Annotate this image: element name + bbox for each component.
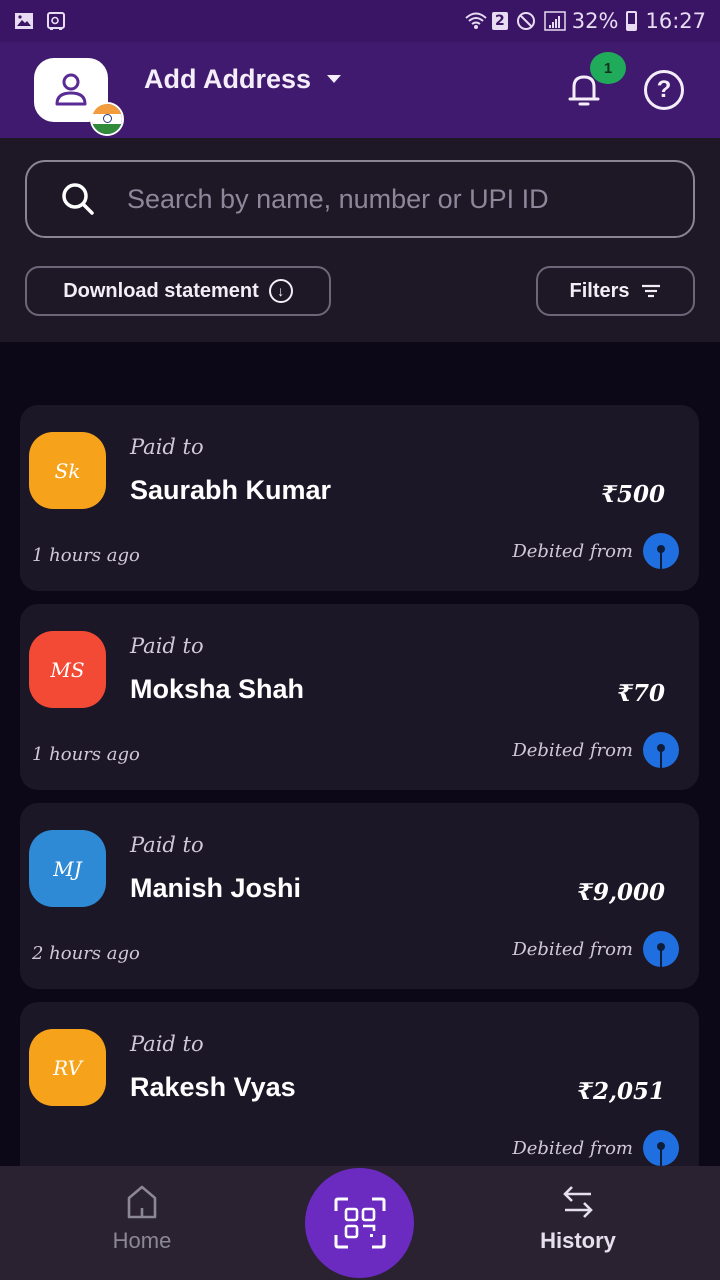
search-box[interactable] [25, 160, 695, 238]
transaction-card[interactable]: MJ Paid to Manish Joshi ₹9,000 2 hours a… [20, 803, 699, 989]
transaction-time: 1 hours ago [32, 744, 140, 765]
payee-avatar: Sk [29, 432, 106, 509]
transaction-amount: ₹70 [616, 680, 665, 707]
payee-avatar: MS [29, 631, 106, 708]
debited-from: Debited from [512, 931, 679, 967]
status-bar: 2 32% 16:27 [0, 0, 720, 42]
transfer-arrows-icon [563, 1186, 593, 1218]
transaction-card[interactable]: Sk Paid to Saurabh Kumar ₹500 1 hours ag… [20, 405, 699, 591]
filters-label: Filters [569, 279, 630, 302]
debited-from-label: Debited from [512, 1137, 633, 1159]
transaction-card[interactable]: RV Paid to Rakesh Vyas ₹2,051 Debited fr… [20, 1002, 699, 1166]
download-statement-label: Download statement [63, 279, 259, 302]
battery-icon [626, 11, 638, 31]
transaction-amount: ₹500 [600, 481, 665, 508]
debited-from: Debited from [512, 533, 679, 569]
payee-name: Manish Joshi [130, 873, 302, 903]
nav-home-label: Home [112, 1228, 172, 1253]
india-flag-icon [90, 102, 124, 136]
do-not-disturb-icon [516, 11, 536, 31]
filters-button[interactable]: Filters [536, 266, 695, 316]
transaction-card[interactable]: MS Paid to Moksha Shah ₹70 1 hours ago D… [20, 604, 699, 790]
transaction-list[interactable]: Sk Paid to Saurabh Kumar ₹500 1 hours ag… [0, 342, 720, 1166]
transaction-type-label: Paid to [130, 833, 204, 857]
header-title: Add Address [144, 63, 312, 94]
bank-logo-icon [643, 732, 679, 768]
transaction-amount: ₹9,000 [576, 879, 665, 906]
transaction-type-label: Paid to [130, 634, 204, 658]
payee-avatar: MJ [29, 830, 106, 907]
search-section: Download statement ↓ Filters [0, 138, 720, 342]
transaction-type-label: Paid to [130, 435, 204, 459]
battery-percent: 32% [571, 9, 619, 33]
transaction-time: 2 hours ago [32, 943, 140, 964]
wifi-icon [464, 11, 487, 31]
signal-icon [544, 11, 566, 31]
debited-from: Debited from [512, 1130, 679, 1166]
notification-count-badge: 1 [590, 52, 626, 84]
bottom-nav: Home History [0, 1166, 720, 1280]
help-icon[interactable]: ? [644, 70, 684, 110]
filter-icon [641, 284, 660, 298]
bank-logo-icon [643, 931, 679, 967]
nav-history[interactable]: History [488, 1184, 668, 1254]
transaction-amount: ₹2,051 [576, 1078, 665, 1105]
chevron-down-icon [327, 75, 342, 83]
payee-name: Moksha Shah [130, 674, 305, 704]
bank-logo-icon [643, 533, 679, 569]
address-selector[interactable]: Add Address [144, 63, 342, 95]
qr-scan-icon [334, 1197, 385, 1249]
scan-qr-button[interactable] [305, 1168, 414, 1278]
download-icon: ↓ [268, 279, 293, 303]
search-input[interactable] [127, 183, 647, 215]
payee-name: Rakesh Vyas [130, 1072, 296, 1102]
app-header: Add Address 1 ? [0, 42, 720, 138]
transaction-type-label: Paid to [130, 1032, 204, 1056]
home-icon [127, 1185, 157, 1219]
debited-from-label: Debited from [512, 938, 633, 960]
gallery-icon [14, 11, 34, 31]
debited-from-label: Debited from [512, 540, 633, 562]
profile-avatar-button[interactable] [34, 58, 124, 136]
transaction-time: 1 hours ago [32, 545, 140, 566]
notifications-button[interactable]: 1 [564, 52, 626, 110]
debited-from-label: Debited from [512, 739, 633, 761]
payee-name: Saurabh Kumar [130, 475, 332, 505]
clock: 16:27 [645, 9, 706, 33]
debited-from: Debited from [512, 732, 679, 768]
payee-avatar: RV [29, 1029, 106, 1106]
nav-history-label: History [540, 1228, 616, 1253]
download-statement-button[interactable]: Download statement ↓ [25, 266, 331, 316]
search-icon [62, 183, 94, 215]
nav-home[interactable]: Home [52, 1184, 232, 1254]
bank-logo-icon [643, 1130, 679, 1166]
user-icon [55, 73, 87, 106]
sim-slot-badge: 2 [492, 12, 508, 30]
safe-icon [46, 11, 66, 31]
